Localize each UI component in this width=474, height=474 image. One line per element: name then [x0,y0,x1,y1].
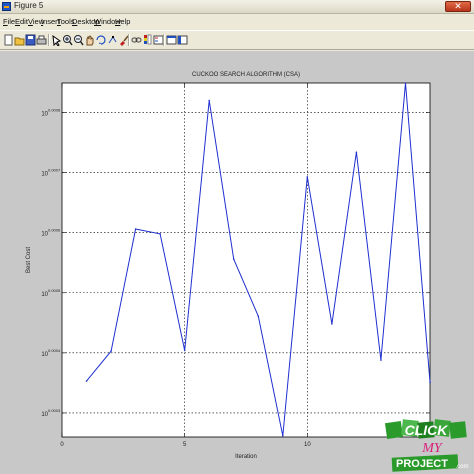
x-axis-label: Iteration [235,454,257,460]
x-tick-label: 0 [60,442,64,448]
figure-toolbar [0,30,474,50]
x-tick-label: 5 [183,442,187,448]
close-button[interactable]: ✕ [445,1,471,12]
data-point [85,380,88,382]
y-tick-label-exponent: 0.0006 [48,228,61,233]
show-plot-tools-icon[interactable] [177,34,188,46]
window-title: Figure 5 [14,1,44,10]
watermark-text-project: PROJECT [396,458,448,470]
edit-plot-icon[interactable] [51,34,62,46]
toolbar-separator [128,34,130,46]
figure-canvas: 0 5 10 10 0.0008 10 0.0007 10 0.0006 10 0.0005 10 0.… [0,51,474,474]
data-point [232,258,235,260]
y-axis-label: Best Cost [26,247,32,273]
open-file-icon[interactable] [14,34,25,46]
menu-label: ile [7,17,16,26]
new-figure-icon[interactable] [3,34,14,46]
data-point [429,381,431,384]
plot-area: 0 5 10100.0008100.0007100.0006100.0005100.… [26,72,431,460]
print-icon[interactable] [36,34,47,46]
y-tick-label-exponent: 0.0008 [48,107,61,112]
menu-bar: File Edit View Insert Tools Desktop Window Help [0,15,474,29]
y-tick-label-exponent: 0.0003 [48,408,61,413]
rotate-3d-icon[interactable] [95,34,106,46]
menu-file[interactable]: File [3,17,15,26]
watermark-text-click: CLICK [405,422,449,438]
data-point [134,228,137,230]
data-point [159,233,161,235]
data-point [306,175,309,178]
title-bar: Figure 5 ✕ [0,0,474,14]
data-point [183,349,186,352]
axes-background [61,82,431,438]
menu-help[interactable]: Help [115,17,130,26]
matlab-figure-icon [2,2,11,11]
y-tick-label-exponent: 0.0005 [48,288,61,293]
click-my-project-watermark: CLICK MY PROJECT .com [384,419,469,472]
x-tick-label: 10 [304,442,311,448]
watermark-text-my: MY [421,441,444,456]
zoom-in-icon[interactable] [62,34,73,46]
data-point [282,434,284,437]
menu-edit[interactable]: Edit [15,17,28,26]
link-icon[interactable] [131,34,142,46]
zoom-out-icon[interactable] [73,34,84,46]
y-tick-label-exponent: 0.0007 [48,168,61,173]
colorbar-icon[interactable] [142,34,153,46]
y-tick-label-exponent: 0.0004 [48,348,61,353]
watermark-text-suffix: .com [455,464,468,470]
menu-label: dit [20,17,28,26]
pan-icon[interactable] [84,34,95,46]
data-point [331,323,333,325]
data-point [355,151,358,153]
data-point [257,315,260,317]
chart-title: CUCKOO SEARCH ALGORITHM (CSA) [192,72,300,78]
data-point [380,359,382,361]
data-point [404,82,407,84]
save-icon[interactable] [25,34,36,46]
toolbar-separator [163,34,165,46]
toolbar-separator [48,34,50,46]
data-point [208,99,210,102]
hide-plot-tools-icon[interactable] [166,34,177,46]
data-point [110,350,112,352]
menu-label: elp [120,17,131,26]
data-cursor-icon[interactable] [107,34,118,46]
